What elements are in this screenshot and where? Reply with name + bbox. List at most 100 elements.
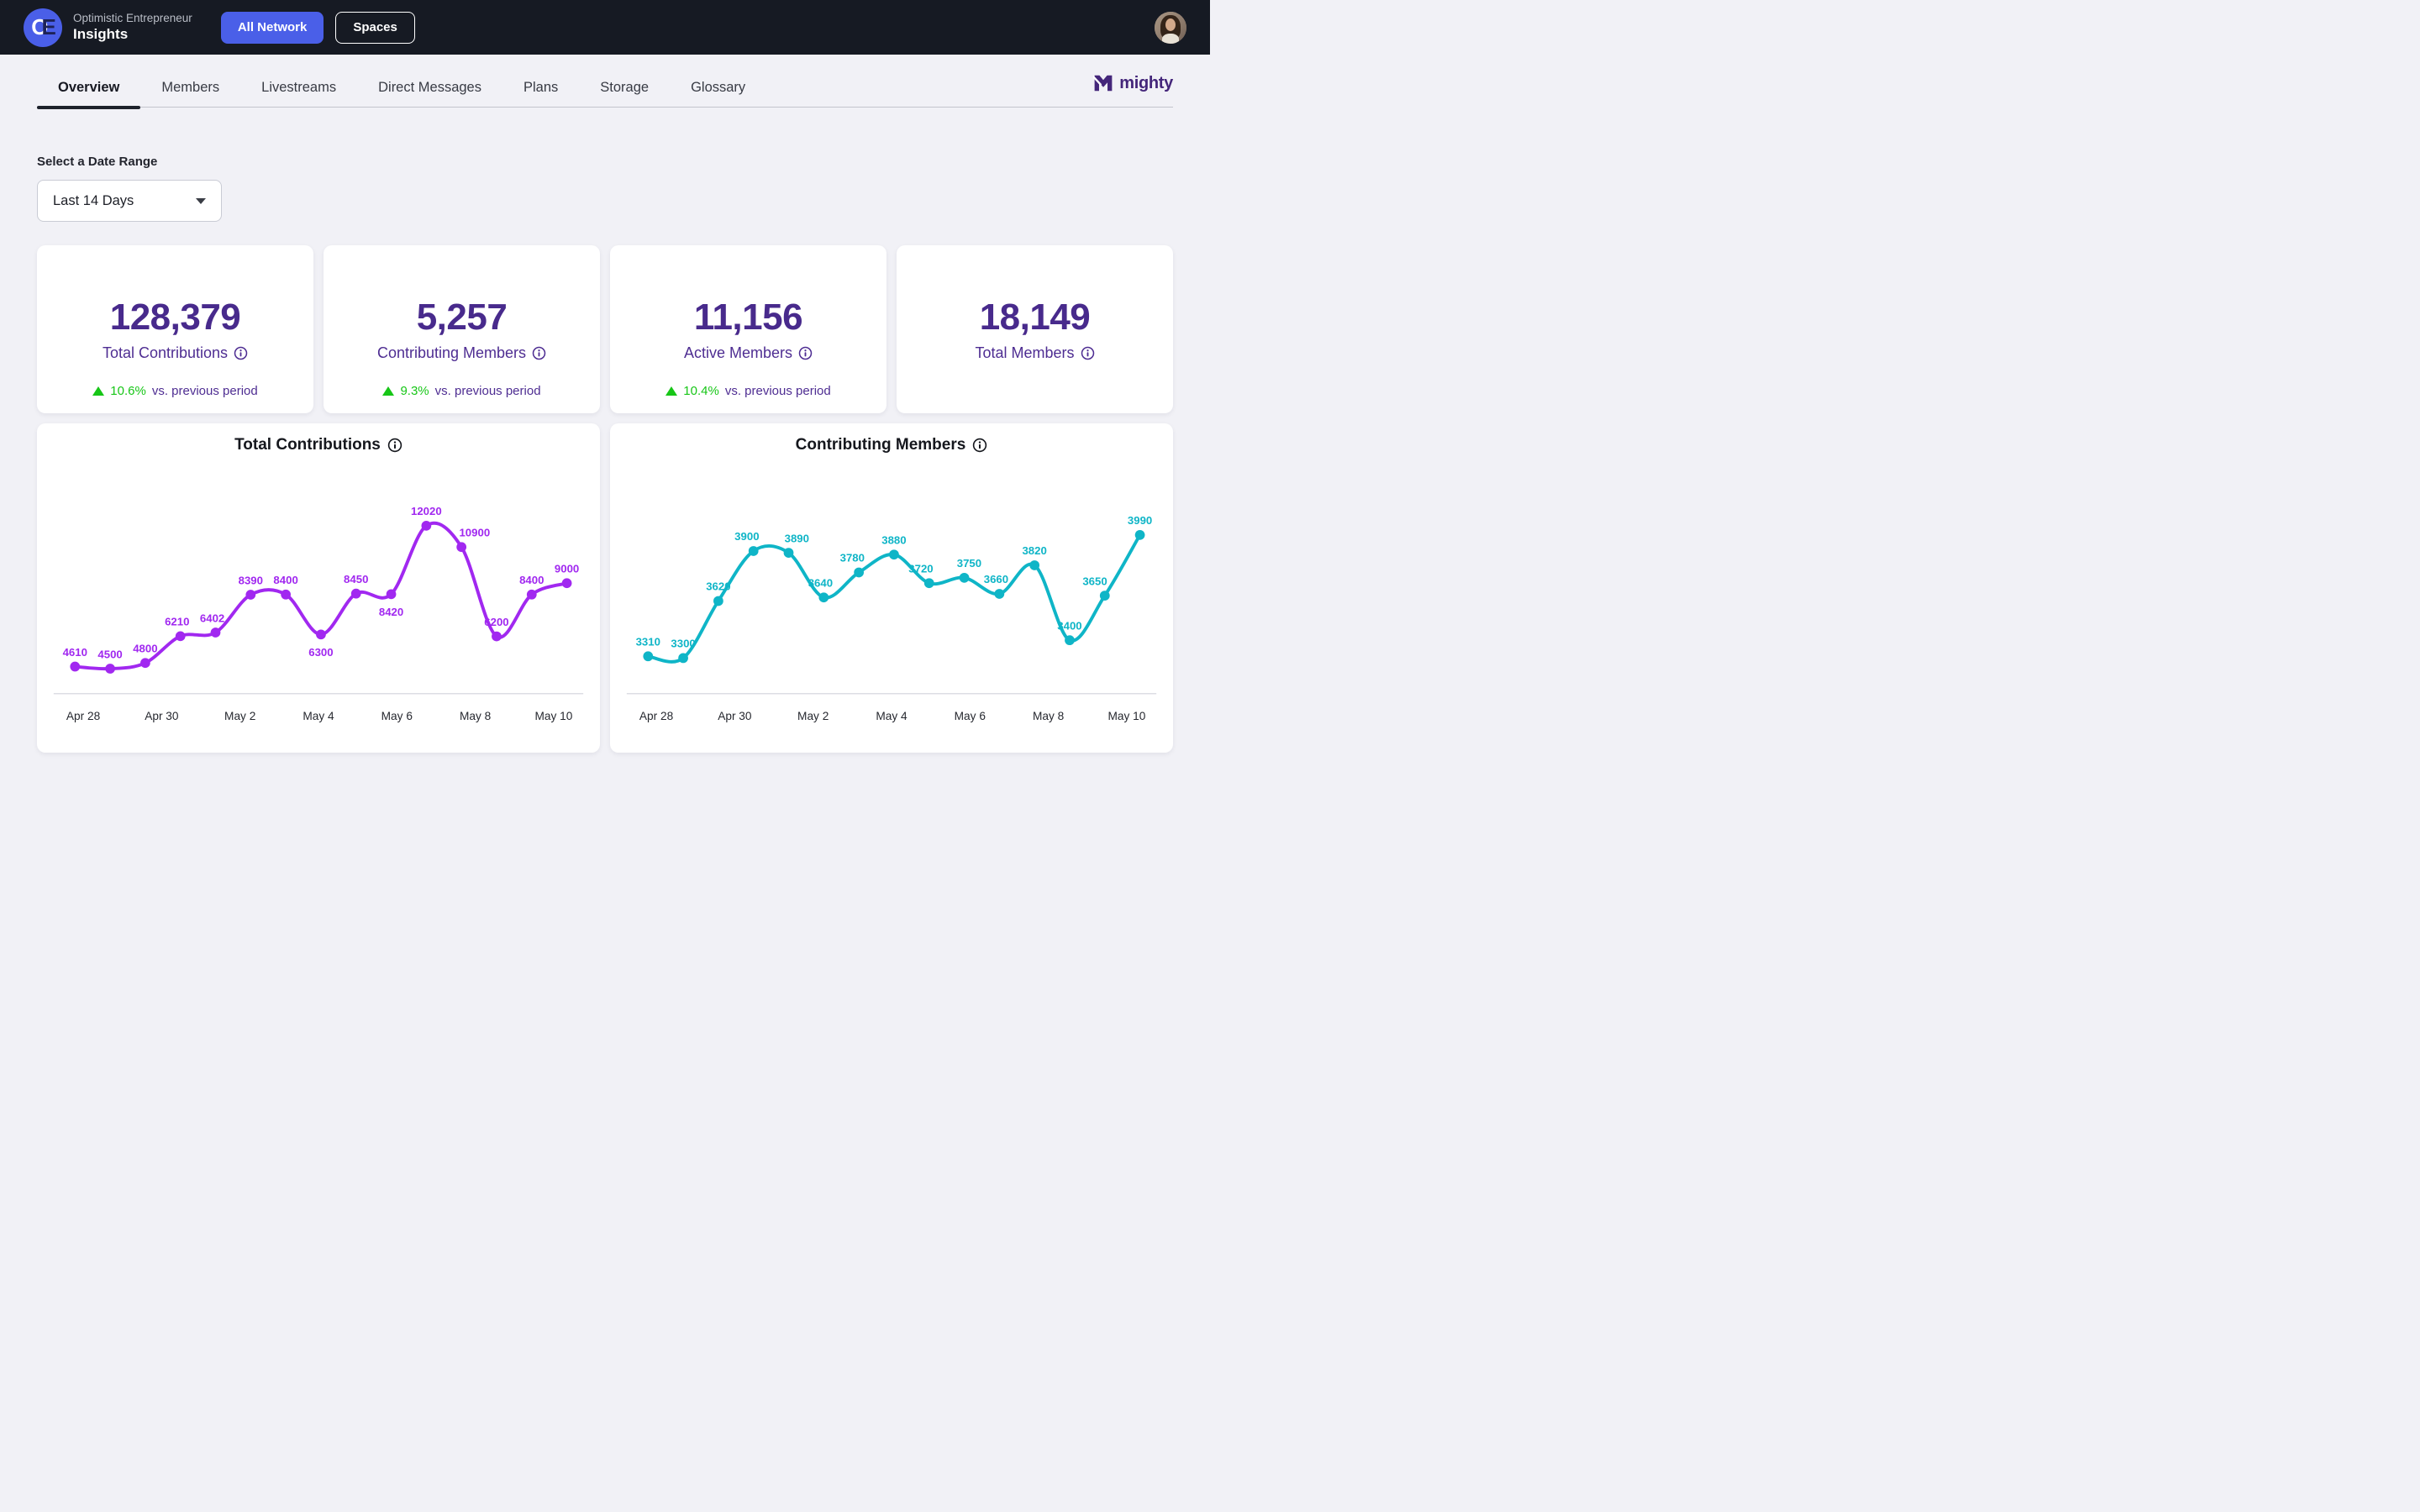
svg-text:6300: 6300 [308, 646, 333, 659]
info-icon[interactable] [1081, 346, 1095, 360]
tab-members[interactable]: Members [140, 68, 240, 108]
svg-text:3900: 3900 [734, 530, 759, 543]
info-icon[interactable] [387, 438, 402, 453]
svg-text:May 8: May 8 [1033, 710, 1065, 722]
section-tabs: Overview Members Livestreams Direct Mess… [0, 55, 1210, 108]
tab-plans[interactable]: Plans [502, 68, 579, 108]
stat-value: 128,379 [110, 297, 241, 338]
date-range-label: Select a Date Range [37, 155, 1173, 169]
chevron-down-icon [196, 198, 206, 204]
mighty-logo-icon [1093, 73, 1113, 93]
svg-text:4500: 4500 [97, 648, 122, 660]
stat-label-text: Contributing Members [377, 344, 526, 362]
svg-text:Apr 30: Apr 30 [145, 710, 179, 722]
avatar-face [1165, 18, 1176, 31]
network-name: Optimistic Entrepreneur [73, 12, 192, 24]
spaces-button[interactable]: Spaces [335, 12, 415, 44]
svg-text:May 10: May 10 [534, 710, 572, 722]
svg-text:May 4: May 4 [876, 710, 908, 722]
svg-text:Apr 28: Apr 28 [639, 710, 674, 722]
svg-text:Apr 28: Apr 28 [66, 710, 101, 722]
info-icon[interactable] [532, 346, 546, 360]
svg-text:4800: 4800 [133, 643, 157, 655]
info-icon[interactable] [972, 438, 987, 453]
info-icon[interactable] [798, 346, 813, 360]
svg-text:8450: 8450 [344, 573, 368, 585]
delta-suffix: vs. previous period [725, 384, 831, 398]
stat-card-contributing-members: 5,257 Contributing Members 9.3% vs. prev… [324, 245, 600, 413]
brand-text: Optimistic Entrepreneur Insights [73, 12, 192, 43]
svg-text:3750: 3750 [957, 557, 981, 570]
delta-up-icon [666, 386, 677, 396]
stat-label: Total Members [975, 344, 1094, 362]
tab-storage[interactable]: Storage [579, 68, 670, 108]
svg-text:3820: 3820 [1022, 544, 1046, 557]
date-range-value: Last 14 Days [53, 193, 134, 209]
svg-text:May 8: May 8 [460, 710, 492, 722]
svg-text:8400: 8400 [519, 574, 544, 586]
info-icon[interactable] [234, 346, 248, 360]
svg-text:3780: 3780 [840, 552, 865, 564]
svg-text:3650: 3650 [1082, 575, 1107, 587]
svg-text:May 2: May 2 [797, 710, 829, 722]
user-avatar[interactable] [1155, 12, 1186, 44]
delta-suffix: vs. previous period [152, 384, 258, 398]
tab-direct-messages[interactable]: Direct Messages [357, 68, 502, 108]
svg-text:6402: 6402 [200, 612, 224, 624]
network-brand: O E Optimistic Entrepreneur Insights [24, 8, 192, 47]
active-tab-indicator [37, 106, 140, 109]
stat-label: Active Members [684, 344, 813, 362]
mighty-wordmark: mighty [1119, 74, 1173, 93]
top-bar: O E Optimistic Entrepreneur Insights All… [0, 0, 1210, 55]
svg-text:3720: 3720 [908, 562, 933, 575]
tab-label: Livestreams [261, 80, 336, 96]
tab-label: Overview [58, 80, 119, 96]
stat-delta: 10.6% vs. previous period [92, 384, 257, 398]
tab-overview[interactable]: Overview [37, 68, 140, 108]
delta-up-icon [382, 386, 394, 396]
svg-text:3300: 3300 [671, 638, 695, 650]
svg-text:3640: 3640 [808, 576, 833, 589]
svg-text:8420: 8420 [379, 606, 403, 618]
svg-text:6210: 6210 [165, 616, 189, 628]
svg-text:May 4: May 4 [302, 710, 334, 722]
stat-value: 11,156 [694, 297, 802, 338]
page-title: Insights [73, 26, 192, 43]
stat-delta: 10.4% vs. previous period [666, 384, 830, 398]
chart-card-contributing-members: Contributing Members Apr 28 Apr 30 May 2 Ma… [610, 423, 1173, 753]
stat-label: Total Contributions [103, 344, 248, 362]
all-network-button[interactable]: All Network [221, 12, 324, 44]
svg-text:8390: 8390 [239, 574, 263, 586]
svg-text:May 6: May 6 [381, 710, 413, 722]
tab-label: Direct Messages [378, 80, 481, 96]
svg-text:12020: 12020 [411, 505, 442, 517]
svg-text:3880: 3880 [881, 533, 906, 546]
logo-letter-e: E [41, 14, 54, 40]
tab-glossary[interactable]: Glossary [670, 68, 766, 108]
svg-text:8400: 8400 [273, 574, 297, 586]
chart-title: Contributing Members [620, 430, 1163, 460]
stat-card-total-contributions: 128,379 Total Contributions 10.6% vs. pr… [37, 245, 313, 413]
avatar-torso [1162, 34, 1179, 44]
stat-label-text: Total Contributions [103, 344, 228, 362]
stat-value: 18,149 [980, 297, 1091, 338]
svg-text:May 10: May 10 [1107, 710, 1145, 722]
svg-text:3660: 3660 [984, 573, 1008, 585]
stats-row: 128,379 Total Contributions 10.6% vs. pr… [37, 245, 1173, 413]
svg-text:6200: 6200 [484, 616, 508, 628]
tab-livestreams[interactable]: Livestreams [240, 68, 357, 108]
tab-label: Plans [523, 80, 558, 96]
date-range-select[interactable]: Last 14 Days [37, 180, 222, 222]
line-chart-total-contributions: Apr 28Apr 30May 2May 4May 6May 8May 1046… [47, 460, 590, 749]
main-content: Select a Date Range Last 14 Days 128,379… [0, 155, 1210, 753]
svg-text:9000: 9000 [555, 562, 579, 575]
svg-text:May 6: May 6 [955, 710, 986, 722]
tab-label: Glossary [691, 80, 745, 96]
delta-up-icon [92, 386, 104, 396]
stat-delta: 9.3% vs. previous period [382, 384, 540, 398]
stat-card-total-members: 18,149 Total Members vs. previous period [897, 245, 1173, 413]
stat-label: Contributing Members [377, 344, 546, 362]
delta-percent: 10.6% [110, 384, 146, 398]
svg-text:Apr 30: Apr 30 [718, 710, 752, 722]
svg-text:10900: 10900 [459, 527, 490, 539]
